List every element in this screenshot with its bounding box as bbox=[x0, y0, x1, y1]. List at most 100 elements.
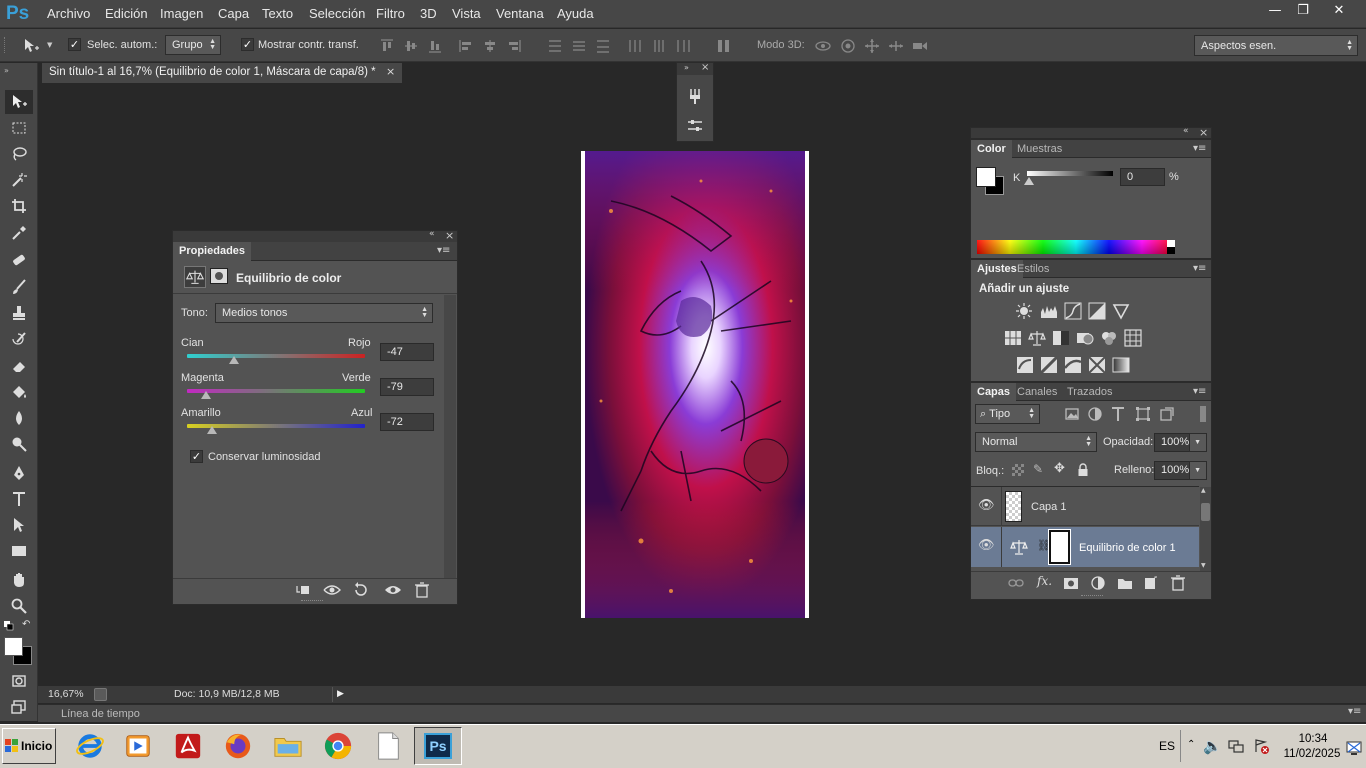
hue-saturation-icon[interactable] bbox=[1004, 329, 1022, 347]
new-layer-icon[interactable] bbox=[1143, 575, 1159, 591]
new-adjustment-icon[interactable] bbox=[1090, 575, 1106, 591]
slider-amarillo-azul-thumb[interactable] bbox=[206, 426, 217, 434]
layers-scrollbar[interactable]: ▲ ▼ bbox=[1200, 487, 1211, 571]
k-value-field[interactable]: 0 bbox=[1120, 168, 1165, 186]
distribute-top-icon[interactable] bbox=[546, 37, 564, 55]
link-layers-icon[interactable] bbox=[1008, 575, 1024, 591]
layers-menu-icon[interactable]: ▾≡ bbox=[1193, 386, 1206, 397]
pen-tool-icon[interactable] bbox=[5, 461, 33, 485]
layer-name[interactable]: Equilibrio de color 1 bbox=[1079, 542, 1176, 554]
selective-color-icon[interactable] bbox=[1088, 356, 1106, 374]
quick-mask-icon[interactable] bbox=[5, 669, 33, 693]
properties-scrollbar[interactable] bbox=[444, 295, 456, 578]
k-slider-thumb[interactable] bbox=[1024, 177, 1034, 185]
menu-filtro[interactable]: Filtro bbox=[376, 6, 405, 21]
language-indicator[interactable]: ES bbox=[1159, 739, 1175, 753]
menu-imagen[interactable]: Imagen bbox=[160, 6, 203, 21]
network-icon[interactable] bbox=[1228, 738, 1244, 754]
lock-position-icon[interactable]: ✥ bbox=[1054, 461, 1065, 476]
color-fg-swatch[interactable] bbox=[976, 167, 996, 187]
close-button[interactable]: ✕ bbox=[1322, 0, 1356, 20]
color-lookup-icon[interactable] bbox=[1124, 329, 1142, 347]
action-center-icon[interactable] bbox=[1253, 738, 1269, 754]
document-tab[interactable]: Sin título-1 al 16,7% (Equilibrio de col… bbox=[42, 63, 402, 83]
default-colors-icon[interactable] bbox=[4, 621, 14, 631]
status-menu-arrow-icon[interactable]: ▶ bbox=[332, 687, 346, 702]
lock-all-icon[interactable] bbox=[1077, 463, 1089, 476]
delete-layer-icon[interactable] bbox=[1170, 575, 1186, 591]
show-desktop-icon[interactable] bbox=[1346, 740, 1362, 756]
right-dock-collapse-icon[interactable]: « bbox=[1183, 126, 1189, 136]
reset-adjustment-icon[interactable] bbox=[352, 581, 370, 599]
timeline-label[interactable]: Línea de tiempo bbox=[61, 708, 140, 720]
invert-icon[interactable] bbox=[1016, 356, 1034, 374]
layer-thumbnail[interactable] bbox=[1005, 491, 1022, 522]
filter-shape-icon[interactable] bbox=[1134, 405, 1152, 423]
chrome-icon[interactable] bbox=[316, 727, 360, 765]
distribute-left-icon[interactable] bbox=[626, 37, 644, 55]
properties-menu-icon[interactable]: ▾≡ bbox=[437, 245, 450, 256]
lock-pixels-icon[interactable]: ✎ bbox=[1033, 462, 1043, 476]
slide-3d-icon[interactable] bbox=[887, 37, 905, 55]
filter-toggle[interactable] bbox=[1200, 406, 1206, 422]
view-previous-state-icon[interactable] bbox=[323, 581, 341, 599]
brush-presets-icon[interactable] bbox=[686, 87, 704, 105]
screen-mode-icon[interactable] bbox=[5, 695, 33, 719]
rotate-3d-icon[interactable] bbox=[814, 37, 832, 55]
slider-cian-rojo-track[interactable] bbox=[187, 354, 365, 358]
slider-cian-rojo-thumb[interactable] bbox=[229, 356, 240, 364]
path-selection-tool-icon[interactable] bbox=[5, 513, 33, 537]
clone-stamp-tool-icon[interactable] bbox=[5, 301, 33, 325]
resize-grip[interactable] bbox=[1081, 595, 1103, 597]
swap-colors-icon[interactable]: ↶ bbox=[22, 619, 30, 630]
timeline-menu-icon[interactable]: ▾≡ bbox=[1348, 706, 1361, 717]
scale-3d-icon[interactable] bbox=[911, 37, 929, 55]
notepad-icon[interactable] bbox=[366, 727, 410, 765]
distribute-hcenter-icon[interactable] bbox=[650, 37, 668, 55]
photo-filter-icon[interactable] bbox=[1076, 329, 1094, 347]
menu-edicion[interactable]: Edición bbox=[105, 6, 148, 21]
toggle-visibility-icon[interactable] bbox=[384, 581, 402, 599]
restore-button[interactable]: ❐ bbox=[1288, 0, 1318, 20]
tab-canales[interactable]: Canales bbox=[1011, 383, 1063, 402]
vibrance-icon[interactable] bbox=[1112, 302, 1130, 320]
start-button[interactable]: Inicio bbox=[2, 728, 56, 764]
acrobat-reader-icon[interactable] bbox=[166, 727, 210, 765]
spectrum-black-swatch[interactable] bbox=[1167, 247, 1175, 254]
layer-style-fx-icon[interactable]: fx. bbox=[1037, 574, 1052, 588]
layer-row[interactable]: 👁 Capa 1 bbox=[971, 487, 1199, 526]
marquee-tool-icon[interactable] bbox=[5, 116, 33, 140]
menu-ventana[interactable]: Ventana bbox=[496, 6, 544, 21]
eraser-tool-icon[interactable] bbox=[5, 354, 33, 378]
adjustments-menu-icon[interactable]: ▾≡ bbox=[1193, 263, 1206, 274]
tab-muestras[interactable]: Muestras bbox=[1011, 140, 1068, 159]
clock-time[interactable]: 10:34 bbox=[1283, 733, 1343, 745]
roll-3d-icon[interactable] bbox=[839, 37, 857, 55]
tab-trazados[interactable]: Trazados bbox=[1061, 383, 1118, 402]
slider-magenta-verde-thumb[interactable] bbox=[200, 391, 211, 399]
layer-name[interactable]: Capa 1 bbox=[1031, 501, 1066, 513]
layer-filter-dropdown[interactable]: ⌕ Tipo ▲ ▼ bbox=[975, 404, 1040, 424]
tool-preset-arrow-icon[interactable]: ▼ bbox=[47, 41, 52, 49]
document-close-icon[interactable]: × bbox=[386, 65, 395, 78]
opacity-field[interactable]: 100% bbox=[1154, 433, 1190, 452]
lock-transparency-icon[interactable] bbox=[1012, 464, 1024, 476]
eye-icon[interactable]: 👁 bbox=[978, 498, 995, 513]
eyedropper-tool-icon[interactable] bbox=[5, 221, 33, 245]
move-tool-preset-icon[interactable] bbox=[22, 37, 40, 55]
move-tool-icon[interactable] bbox=[5, 90, 33, 114]
align-right-icon[interactable] bbox=[505, 37, 523, 55]
right-dock-close-icon[interactable]: × bbox=[1199, 126, 1208, 139]
align-left-icon[interactable] bbox=[457, 37, 475, 55]
photoshop-taskbar-button[interactable]: Ps bbox=[414, 727, 462, 765]
distribute-vcenter-icon[interactable] bbox=[570, 37, 588, 55]
menu-archivo[interactable]: Archivo bbox=[47, 6, 90, 21]
tono-dropdown[interactable]: Medios tonos ▲ ▼ bbox=[215, 303, 433, 323]
volume-icon[interactable]: 🔈 bbox=[1203, 737, 1222, 755]
properties-collapse-icon[interactable]: « bbox=[429, 229, 435, 239]
posterize-icon[interactable] bbox=[1040, 356, 1058, 374]
opacity-slider-toggle[interactable]: ▼ bbox=[1189, 433, 1207, 452]
new-group-icon[interactable] bbox=[1117, 575, 1133, 591]
mini-panel-close-icon[interactable]: × bbox=[701, 62, 709, 73]
brush-tool-icon[interactable] bbox=[5, 275, 33, 299]
